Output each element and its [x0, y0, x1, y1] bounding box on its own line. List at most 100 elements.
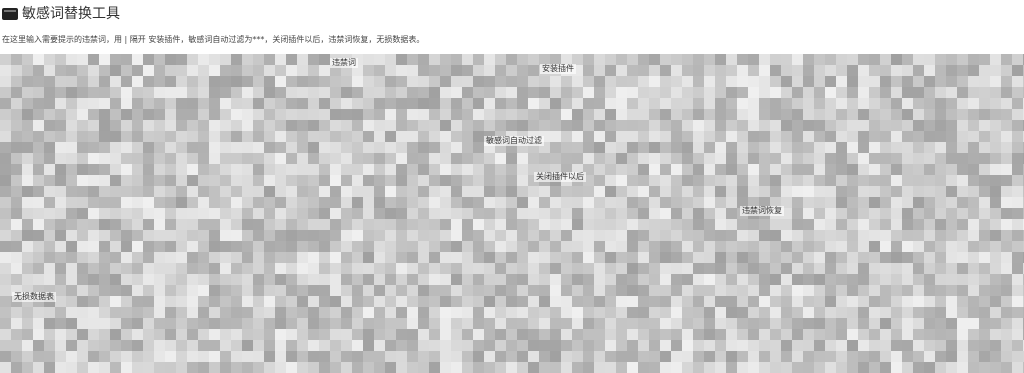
- mosaic-cell: [616, 87, 627, 98]
- mosaic-cell: [253, 197, 264, 208]
- mosaic-cell: [913, 131, 924, 142]
- mosaic-cell: [638, 197, 649, 208]
- mosaic-cell: [968, 131, 979, 142]
- mosaic-cell: [66, 131, 77, 142]
- mosaic-cell: [231, 131, 242, 142]
- mosaic-cell: [528, 208, 539, 219]
- mosaic-cell: [374, 175, 385, 186]
- mosaic-cell: [946, 98, 957, 109]
- mosaic-cell: [209, 351, 220, 362]
- mosaic-cell: [858, 208, 869, 219]
- mosaic-cell: [561, 362, 572, 373]
- mosaic-cell: [0, 351, 11, 362]
- mosaic-cell: [924, 351, 935, 362]
- mosaic-cell: [44, 263, 55, 274]
- mosaic-cell: [165, 274, 176, 285]
- mosaic-cell: [561, 307, 572, 318]
- mosaic-cell: [825, 76, 836, 87]
- mosaic-cell: [935, 54, 946, 65]
- mosaic-cell: [110, 142, 121, 153]
- mosaic-cell: [165, 208, 176, 219]
- mosaic-cell: [561, 219, 572, 230]
- mosaic-cell: [748, 65, 759, 76]
- mosaic-cell: [462, 219, 473, 230]
- mosaic-cell: [77, 285, 88, 296]
- mosaic-cell: [759, 142, 770, 153]
- mosaic-cell: [330, 153, 341, 164]
- mosaic-cell: [374, 186, 385, 197]
- mosaic-cell: [484, 340, 495, 351]
- mosaic-cell: [88, 197, 99, 208]
- mosaic-cell: [495, 219, 506, 230]
- mosaic-cell: [440, 362, 451, 373]
- mosaic-cell: [121, 362, 132, 373]
- mosaic-cell: [220, 164, 231, 175]
- mosaic-cell: [847, 230, 858, 241]
- mosaic-cell: [297, 54, 308, 65]
- mosaic-cell: [99, 329, 110, 340]
- mosaic-cell: [440, 307, 451, 318]
- mosaic-cell: [220, 340, 231, 351]
- mosaic-cell: [693, 263, 704, 274]
- mosaic-cell: [66, 109, 77, 120]
- mosaic-cell: [957, 164, 968, 175]
- mosaic-cell: [946, 241, 957, 252]
- mosaic-cell: [99, 307, 110, 318]
- mosaic-cell: [660, 197, 671, 208]
- mosaic-cell: [44, 230, 55, 241]
- mosaic-cell: [759, 109, 770, 120]
- mosaic-cell: [396, 252, 407, 263]
- mosaic-cell: [99, 252, 110, 263]
- mosaic-cell: [110, 54, 121, 65]
- mosaic-cell: [913, 65, 924, 76]
- mosaic-cell: [880, 274, 891, 285]
- mosaic-cell: [605, 76, 616, 87]
- mosaic-cell: [737, 98, 748, 109]
- mosaic-cell: [242, 109, 253, 120]
- word-list-textarea[interactable]: 违禁词 安装插件 敏感词自动过滤 关闭插件以后 违禁词恢复 无损数据表: [0, 54, 1024, 373]
- mosaic-cell: [638, 329, 649, 340]
- mosaic-cell: [473, 87, 484, 98]
- mosaic-cell: [572, 197, 583, 208]
- mosaic-cell: [165, 175, 176, 186]
- mosaic-cell: [880, 307, 891, 318]
- mosaic-cell: [22, 263, 33, 274]
- mosaic-cell: [55, 98, 66, 109]
- mosaic-cell: [198, 120, 209, 131]
- mosaic-cell: [880, 351, 891, 362]
- mosaic-cell: [968, 318, 979, 329]
- mosaic-cell: [935, 274, 946, 285]
- mosaic-cell: [451, 274, 462, 285]
- mosaic-cell: [198, 153, 209, 164]
- mosaic-cell: [891, 54, 902, 65]
- mosaic-cell: [957, 109, 968, 120]
- mosaic-cell: [495, 87, 506, 98]
- mosaic-cell: [858, 340, 869, 351]
- mosaic-cell: [583, 65, 594, 76]
- mosaic-cell: [869, 142, 880, 153]
- mosaic-cell: [319, 98, 330, 109]
- mosaic-cell: [33, 329, 44, 340]
- mosaic-cell: [55, 131, 66, 142]
- mosaic-cell: [473, 186, 484, 197]
- mosaic-cell: [132, 296, 143, 307]
- mosaic-cell: [891, 219, 902, 230]
- mosaic-cell: [176, 219, 187, 230]
- mosaic-cell: [737, 120, 748, 131]
- mosaic-cell: [286, 197, 297, 208]
- mosaic-cell: [418, 175, 429, 186]
- mosaic-cell: [209, 252, 220, 263]
- mosaic-cell: [33, 186, 44, 197]
- mosaic-cell: [22, 87, 33, 98]
- mosaic-cell: [935, 186, 946, 197]
- mosaic-cell: [869, 197, 880, 208]
- mosaic-cell: [1001, 109, 1012, 120]
- mosaic-cell: [253, 120, 264, 131]
- mosaic-cell: [902, 362, 913, 373]
- mosaic-cell: [44, 362, 55, 373]
- mosaic-cell: [352, 230, 363, 241]
- mosaic-cell: [550, 208, 561, 219]
- mosaic-cell: [715, 186, 726, 197]
- mosaic-cell: [913, 54, 924, 65]
- mosaic-cell: [154, 131, 165, 142]
